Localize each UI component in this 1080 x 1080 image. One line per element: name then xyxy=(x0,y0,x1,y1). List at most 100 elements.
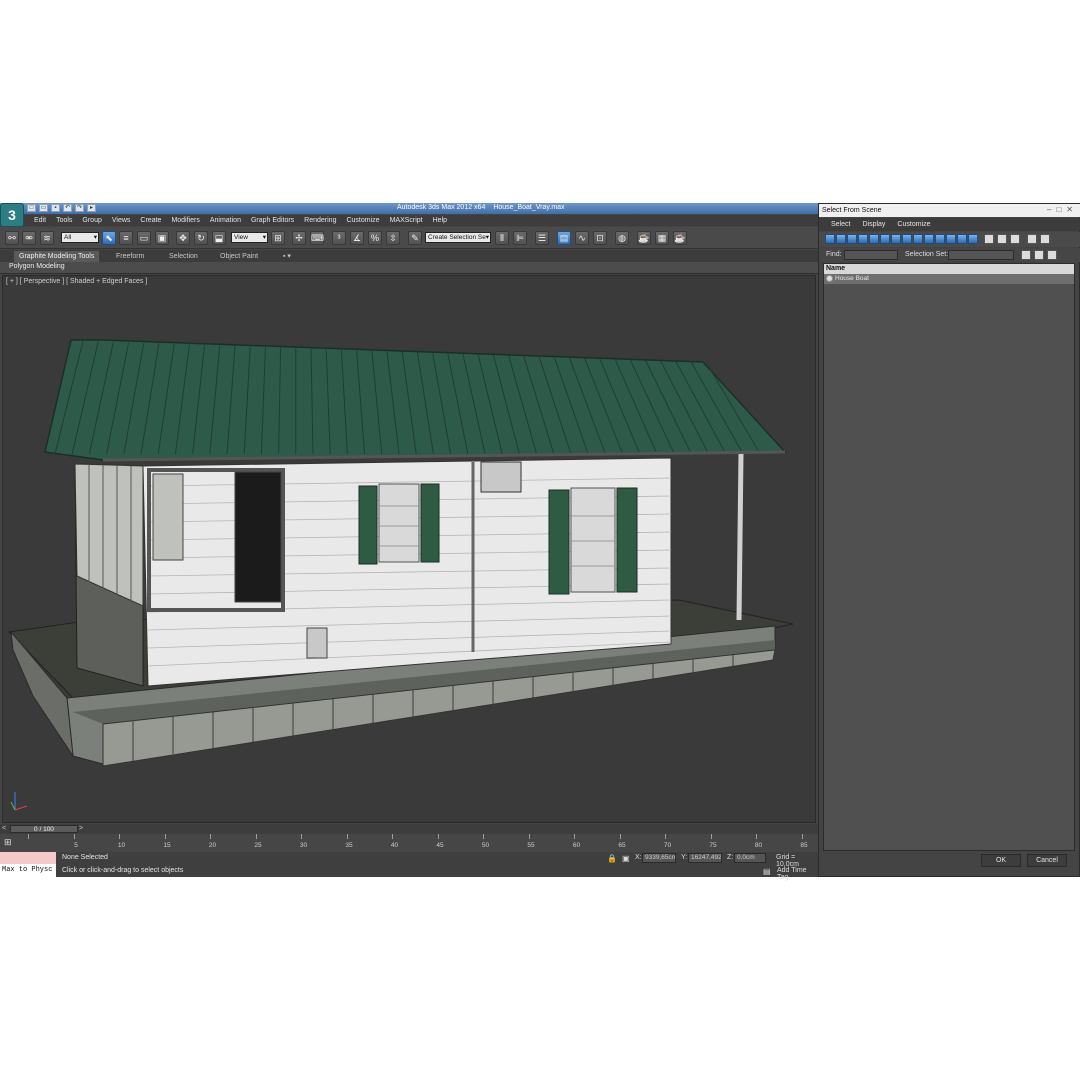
scene-object-list[interactable]: Name House Boat xyxy=(823,263,1075,851)
menu-tools[interactable]: Tools xyxy=(52,215,78,226)
menu-modifiers[interactable]: Modifiers xyxy=(167,215,205,226)
tab-graphite-modeling-tools[interactable]: Graphite Modeling Tools xyxy=(14,251,100,262)
save-icon[interactable]: ▪ xyxy=(51,204,60,212)
ribbon-options-icon[interactable]: ▪ ▾ xyxy=(278,251,296,262)
maximize-icon[interactable]: □ xyxy=(1056,205,1066,214)
graphite-tools-toggle-icon[interactable]: ▤ xyxy=(557,231,571,245)
select-object-icon[interactable]: ⬉ xyxy=(102,231,116,245)
menu-customize[interactable]: Customize xyxy=(342,215,385,226)
selection-set-remove-icon[interactable] xyxy=(1047,250,1057,260)
angle-snap-icon[interactable]: ∡ xyxy=(350,231,364,245)
render-setup-icon[interactable]: ☕ xyxy=(637,231,651,245)
y-coordinate-field[interactable]: 16247,492 xyxy=(688,853,722,863)
time-slider[interactable]: < 0 / 100 > xyxy=(0,824,818,834)
keyboard-shortcut-override-icon[interactable]: ⌨ xyxy=(310,231,324,245)
menu-animation[interactable]: Animation xyxy=(206,215,247,226)
layer-manager-icon[interactable]: ☰ xyxy=(535,231,549,245)
name-column-header[interactable]: Name xyxy=(824,264,1074,274)
link-icon[interactable]: ⚯ xyxy=(5,231,19,245)
selection-set-edit-icon[interactable] xyxy=(1021,250,1031,260)
pivot-center-icon[interactable]: ⊞ xyxy=(271,231,285,245)
dialog-menu-customize[interactable]: Customize xyxy=(892,218,937,231)
edit-named-selection-icon[interactable]: ✎ xyxy=(408,231,422,245)
filter-geometry-icon[interactable] xyxy=(825,234,835,244)
scale-icon[interactable]: ⬓ xyxy=(212,231,226,245)
maxscript-input[interactable]: Max to Physc xyxy=(0,864,56,877)
mirror-icon[interactable]: ⫴ xyxy=(495,231,509,245)
house-boat-model[interactable] xyxy=(3,276,817,824)
select-manipulate-icon[interactable]: ✢ xyxy=(292,231,306,245)
filter-lights-icon[interactable] xyxy=(847,234,857,244)
rotate-icon[interactable]: ↻ xyxy=(194,231,208,245)
filter-space-warps-icon[interactable] xyxy=(880,234,890,244)
rectangular-region-icon[interactable]: ▭ xyxy=(137,231,151,245)
dialog-menu-select[interactable]: Select xyxy=(826,218,857,231)
ok-button[interactable]: OK xyxy=(981,854,1021,867)
tab-freeform[interactable]: Freeform xyxy=(111,251,149,262)
filter-hidden-icon[interactable] xyxy=(946,234,956,244)
funnel-options-icon[interactable] xyxy=(1040,234,1050,244)
curve-editor-icon[interactable]: ∿ xyxy=(575,231,589,245)
application-button[interactable]: 3 xyxy=(0,203,24,227)
bind-space-warp-icon[interactable]: ≋ xyxy=(40,231,54,245)
x-coordinate-field[interactable]: 9339,65cm xyxy=(642,853,676,863)
snaps-toggle-icon[interactable]: ³ xyxy=(332,231,346,245)
select-by-name-icon[interactable]: ≡ xyxy=(119,231,133,245)
menu-help[interactable]: Help xyxy=(429,215,453,226)
z-coordinate-field[interactable]: 0,0cm xyxy=(734,853,766,863)
percent-snap-icon[interactable]: % xyxy=(368,231,382,245)
filter-particles-icon[interactable] xyxy=(957,234,967,244)
list-item[interactable]: House Boat xyxy=(824,274,1074,284)
filter-bones-icon[interactable] xyxy=(913,234,923,244)
spinner-snap-icon[interactable]: ⇳ xyxy=(386,231,400,245)
find-input[interactable] xyxy=(844,250,898,260)
reference-coordinate-dropdown[interactable]: View xyxy=(231,232,268,243)
absolute-mode-icon[interactable]: ▣ xyxy=(622,854,631,863)
tab-object-paint[interactable]: Object Paint xyxy=(215,251,263,262)
lock-selection-icon[interactable]: 🔒 xyxy=(607,854,617,863)
unlink-icon[interactable]: ⚮ xyxy=(22,231,36,245)
material-editor-icon[interactable]: ◍ xyxy=(615,231,629,245)
close-icon[interactable]: ✕ xyxy=(1066,205,1078,214)
menu-maxscript[interactable]: MAXScript xyxy=(386,215,429,226)
display-none-icon[interactable] xyxy=(997,234,1007,244)
maxscript-output[interactable] xyxy=(0,852,56,864)
menu-create[interactable]: Create xyxy=(136,215,167,226)
filter-containers-icon[interactable] xyxy=(924,234,934,244)
display-all-icon[interactable] xyxy=(984,234,994,244)
filter-cameras-icon[interactable] xyxy=(858,234,868,244)
filter-helpers-icon[interactable] xyxy=(869,234,879,244)
selection-filter-dropdown[interactable]: All xyxy=(61,232,99,243)
render-production-icon[interactable]: ☕ xyxy=(673,231,687,245)
time-slider-next-icon[interactable]: > xyxy=(79,825,87,833)
add-time-tag[interactable]: Add Time Tag xyxy=(777,867,818,881)
menu-views[interactable]: Views xyxy=(108,215,137,226)
filter-groups-icon[interactable] xyxy=(891,234,901,244)
menu-edit[interactable]: Edit xyxy=(30,215,52,226)
maxscript-listener[interactable]: Max to Physc xyxy=(0,852,56,877)
schematic-view-icon[interactable]: ⊡ xyxy=(593,231,607,245)
funnel-filter-icon[interactable] xyxy=(1027,234,1037,244)
frame-ruler[interactable]: 5 10 15 20 25 30 35 40 45 50 55 60 65 70 75 80 85 xyxy=(28,834,818,852)
track-bar[interactable]: ⊞ 5 10 15 20 25 30 35 40 45 50 55 60 65 70 75 80 85 xyxy=(0,834,818,852)
cancel-button[interactable]: Cancel xyxy=(1027,854,1067,867)
filter-xrefs-icon[interactable] xyxy=(902,234,912,244)
display-invert-icon[interactable] xyxy=(1010,234,1020,244)
time-slider-prev-icon[interactable]: < xyxy=(2,825,10,833)
time-slider-thumb[interactable]: 0 / 100 xyxy=(10,825,78,833)
menu-rendering[interactable]: Rendering xyxy=(300,215,342,226)
dialog-menu-display[interactable]: Display xyxy=(857,218,892,231)
filter-frozen-icon[interactable] xyxy=(935,234,945,244)
perspective-viewport[interactable]: [ + ] [ Perspective ] [ Shaded + Edged F… xyxy=(2,275,816,823)
tab-selection[interactable]: Selection xyxy=(164,251,203,262)
filter-shapes-icon[interactable] xyxy=(836,234,846,244)
mini-curve-editor-icon[interactable]: ⊞ xyxy=(4,837,18,849)
align-icon[interactable]: ⊫ xyxy=(513,231,527,245)
redo-icon[interactable]: ↷ xyxy=(75,204,84,212)
panel-polygon-modeling[interactable]: Polygon Modeling xyxy=(9,263,65,270)
move-icon[interactable]: ✥ xyxy=(176,231,190,245)
menu-graph-editors[interactable]: Graph Editors xyxy=(247,215,300,226)
named-selection-dropdown[interactable]: Create Selection Se xyxy=(425,232,491,243)
open-file-icon[interactable]: ▭ xyxy=(39,204,48,212)
undo-icon[interactable]: ↶ xyxy=(63,204,72,212)
